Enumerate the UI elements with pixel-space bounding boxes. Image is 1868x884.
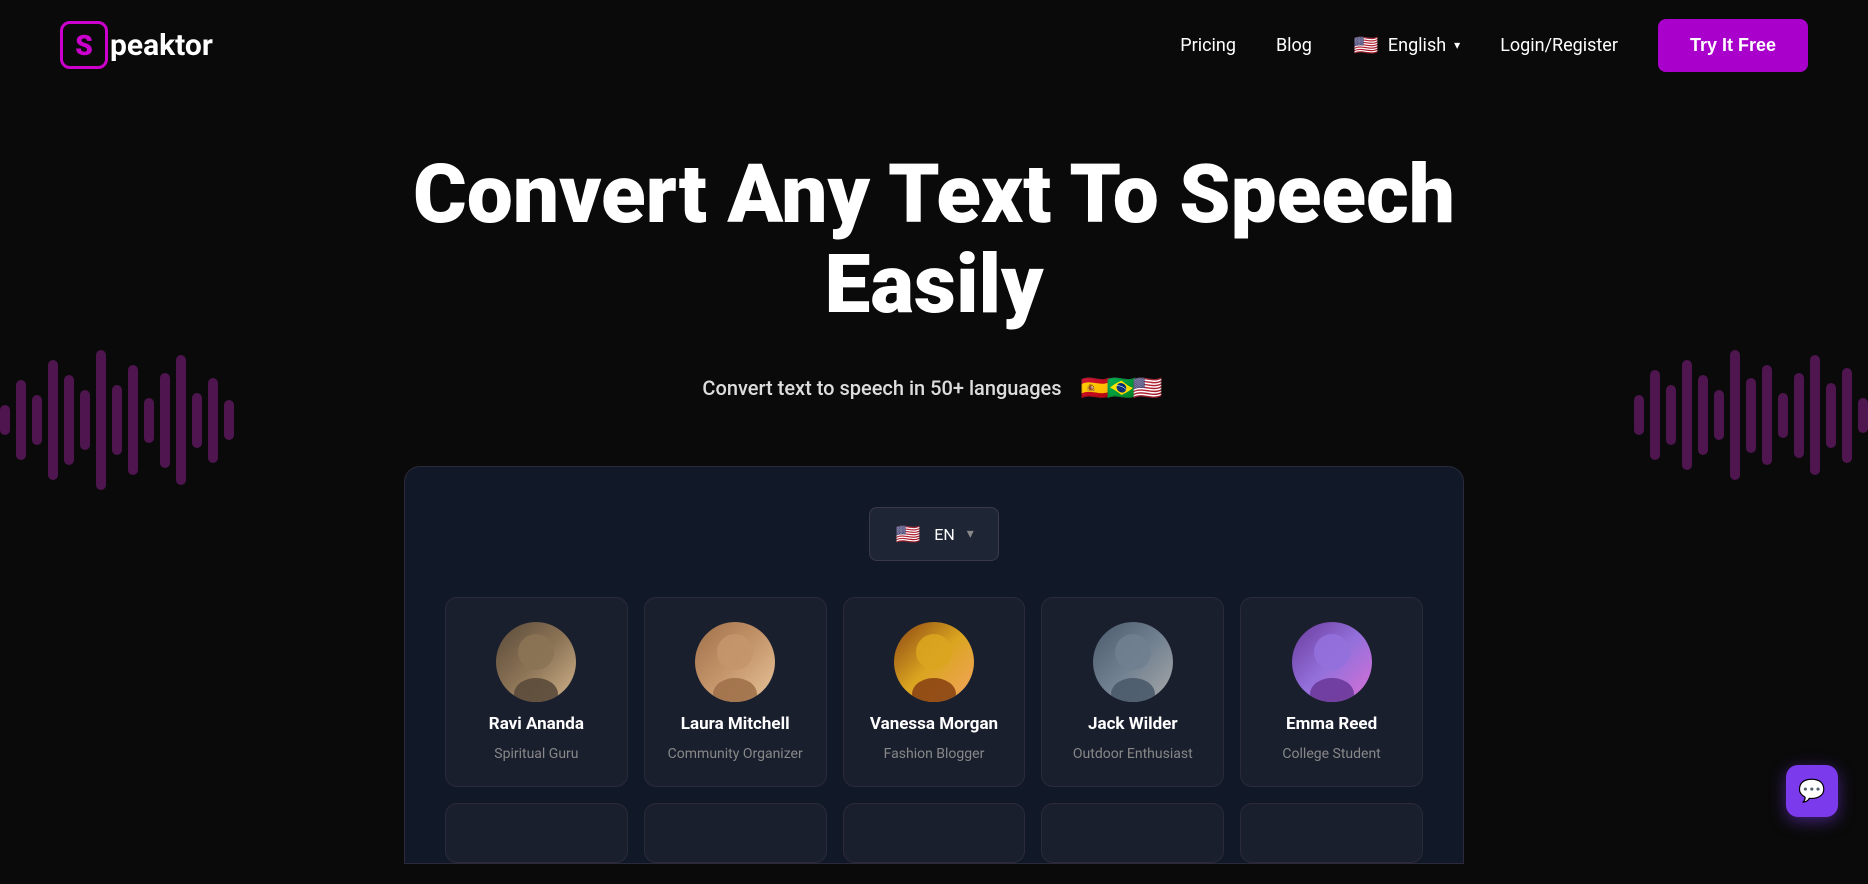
avatar-jack [1093,622,1173,702]
logo-s-letter: S [75,29,93,62]
voice-card-mini-4[interactable] [1041,803,1224,863]
voice-card-mini-2[interactable] [644,803,827,863]
logo[interactable]: S peaktor [60,21,213,69]
voice-cards-row2 [445,803,1423,863]
app-mockup: 🇺🇸 EN ▾ Ravi Ananda Spiritual Guru [404,466,1464,864]
language-label: English [1388,35,1446,56]
lang-dropdown[interactable]: 🇺🇸 EN ▾ [869,507,999,561]
voice-name-laura: Laura Mitchell [681,714,790,734]
voice-card-vanessa[interactable]: Vanessa Morgan Fashion Blogger [843,597,1026,787]
voice-cards-row1: Ravi Ananda Spiritual Guru Laura Mitchel… [445,597,1423,787]
language-selector[interactable]: 🇺🇸 English ▾ [1352,31,1460,59]
app-flag-icon: 🇺🇸 [894,520,922,548]
app-lang-code: EN [934,525,955,544]
language-flags: 🇪🇸 🇧🇷 🇺🇸 [1078,370,1166,406]
voice-role-vanessa: Fashion Blogger [884,746,985,762]
voice-card-emma[interactable]: Emma Reed College Student [1240,597,1423,787]
subtitle-text: Convert text to speech in 50+ languages [702,376,1061,400]
avatar-vanessa [894,622,974,702]
voice-card-ravi[interactable]: Ravi Ananda Spiritual Guru [445,597,628,787]
pricing-link[interactable]: Pricing [1180,35,1236,56]
voice-name-emma: Emma Reed [1286,714,1377,734]
chat-icon: 💬 [1798,779,1825,804]
logo-text: peaktor [110,28,213,63]
navbar: S peaktor Pricing Blog 🇺🇸 English ▾ Logi… [0,0,1868,90]
blog-link[interactable]: Blog [1276,35,1312,56]
voice-card-mini-5[interactable] [1240,803,1423,863]
voice-card-mini-3[interactable] [843,803,1026,863]
chevron-down-icon: ▾ [1454,38,1460,52]
voice-role-jack: Outdoor Enthusiast [1073,746,1193,762]
logo-box: S [60,21,108,69]
hero-subtitle: Convert text to speech in 50+ languages … [20,370,1848,406]
app-language-selector[interactable]: 🇺🇸 EN ▾ [445,507,1423,561]
voice-role-emma: College Student [1282,746,1380,762]
avatar-laura [695,622,775,702]
hero-section: Convert Any Text To Speech Easily Conver… [0,90,1868,884]
flag-us: 🇺🇸 [1130,370,1166,406]
hero-title: Convert Any Text To Speech Easily [334,150,1534,330]
voice-role-ravi: Spiritual Guru [494,746,578,762]
voice-card-jack[interactable]: Jack Wilder Outdoor Enthusiast [1041,597,1224,787]
nav-links: Pricing Blog 🇺🇸 English ▾ Login/Register… [1180,19,1808,72]
app-chevron-icon: ▾ [967,526,974,542]
chat-widget[interactable]: 💬 [1786,765,1838,817]
voice-card-laura[interactable]: Laura Mitchell Community Organizer [644,597,827,787]
voice-name-jack: Jack Wilder [1088,714,1178,734]
avatar-emma [1292,622,1372,702]
voice-name-ravi: Ravi Ananda [489,714,584,734]
voice-role-laura: Community Organizer [668,746,803,762]
login-register-link[interactable]: Login/Register [1500,35,1618,56]
avatar-ravi [496,622,576,702]
voice-name-vanessa: Vanessa Morgan [870,714,998,734]
try-free-button[interactable]: Try It Free [1658,19,1808,72]
voice-card-mini-1[interactable] [445,803,628,863]
us-flag-icon: 🇺🇸 [1352,31,1380,59]
